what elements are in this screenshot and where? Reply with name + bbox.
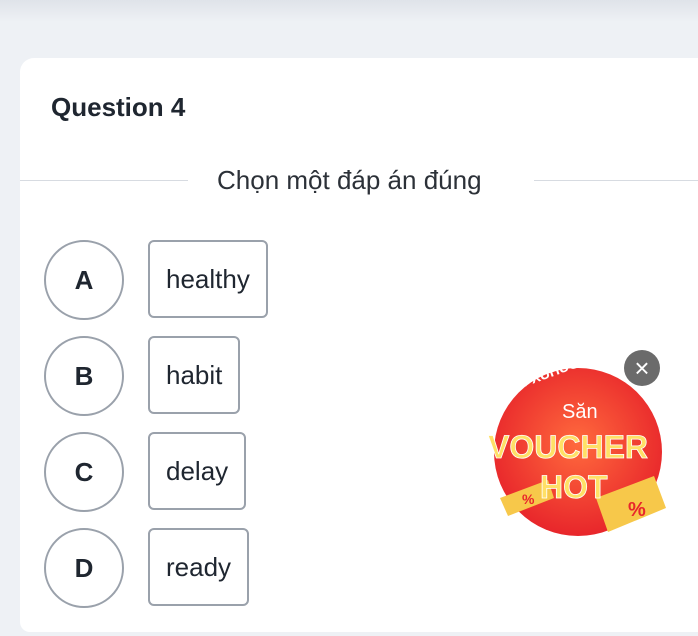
promo-line2: VOUCHER <box>488 429 648 465</box>
option-letter: A <box>44 240 124 320</box>
option-answer[interactable]: ready <box>148 528 250 606</box>
option-letter: D <box>44 528 124 608</box>
option-answer[interactable]: delay <box>148 432 247 510</box>
close-glyph: × <box>634 353 650 383</box>
divider-left <box>20 180 188 181</box>
svg-text:%: % <box>522 491 535 507</box>
option-a[interactable]: A healthy <box>44 240 304 320</box>
promo-line3: HOT <box>540 469 608 505</box>
option-letter: C <box>44 432 124 512</box>
divider-right <box>534 180 698 181</box>
option-c[interactable]: C delay <box>44 432 304 512</box>
option-b[interactable]: B habit <box>44 336 304 416</box>
top-shadow-bar <box>0 0 698 22</box>
instruction-text: Chọn một đáp án đúng <box>217 165 482 195</box>
voucher-promo-badge[interactable]: % % #SHOPXUHUONG Săn VOUCHER HOT × <box>478 348 674 540</box>
svg-text:%: % <box>628 499 646 521</box>
promo-line1: Săn <box>562 401 598 423</box>
option-answer[interactable]: healthy <box>148 240 268 318</box>
option-letter: B <box>44 336 124 416</box>
option-d[interactable]: D ready <box>44 528 304 608</box>
close-icon[interactable]: × <box>624 350 660 386</box>
instruction-row: Chọn một đáp án đúng <box>20 162 698 198</box>
option-answer[interactable]: habit <box>148 336 241 414</box>
question-card: Question 4 Chọn một đáp án đúng A health… <box>20 58 698 632</box>
question-title: Question 4 <box>51 92 186 122</box>
